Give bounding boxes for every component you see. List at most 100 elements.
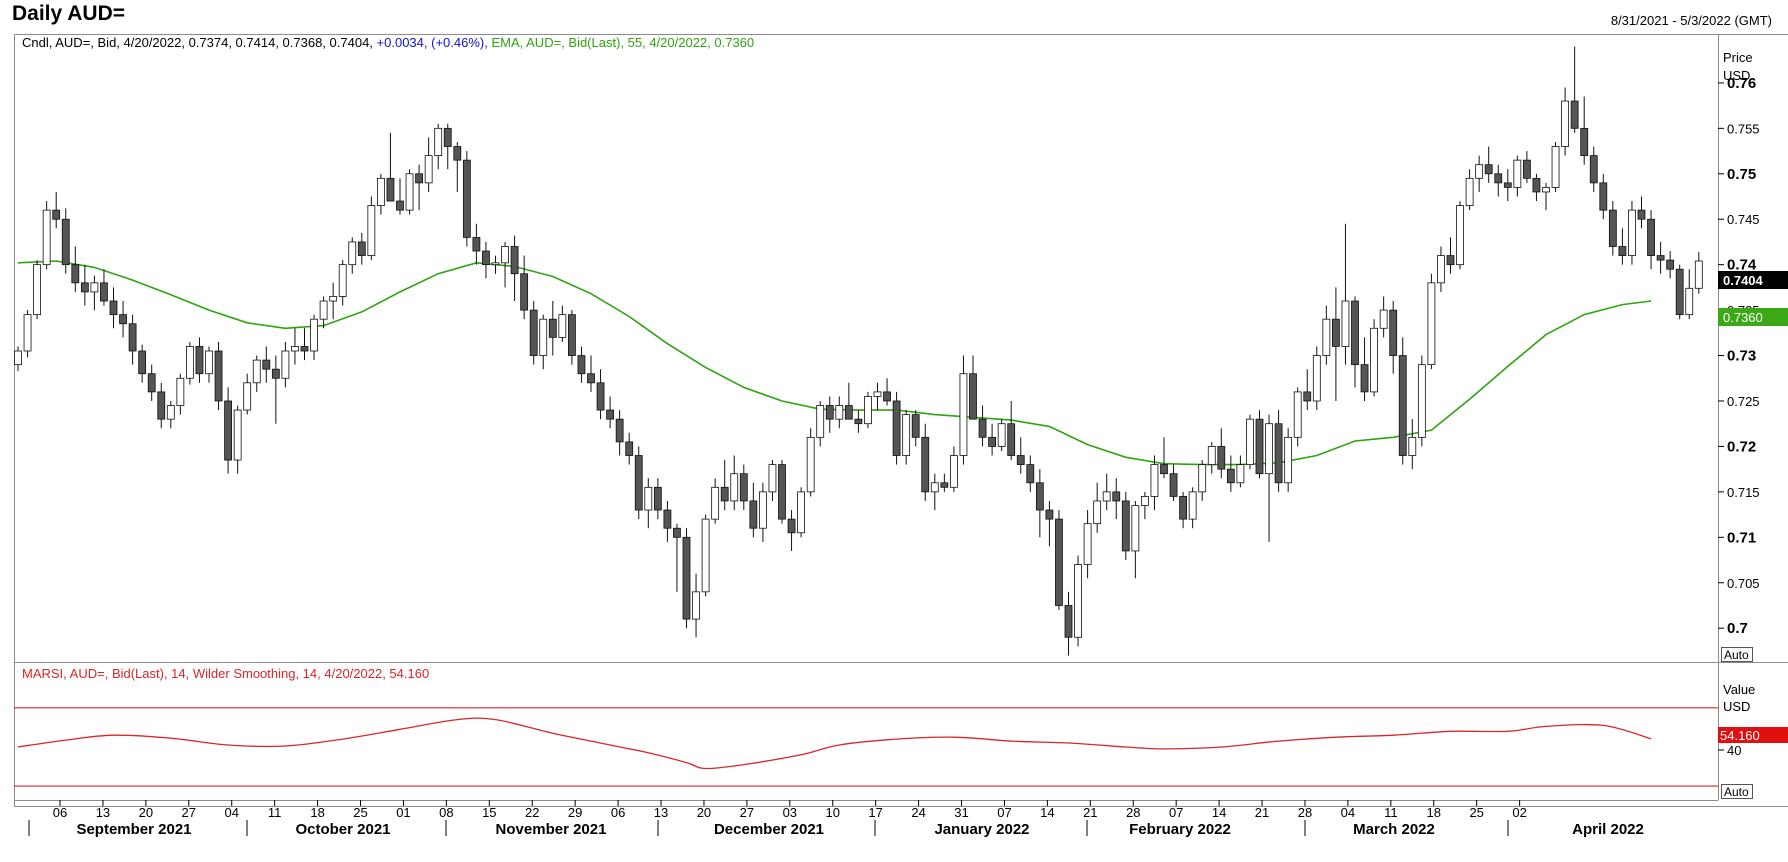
- candle-body: [1236, 464, 1245, 484]
- candle-body: [797, 491, 805, 534]
- candle-body: [1551, 146, 1560, 188]
- rsi-axis-unit: USD: [1723, 699, 1750, 714]
- candle-body: [1064, 605, 1073, 638]
- candle-body: [1303, 391, 1312, 402]
- candle-body: [1074, 564, 1082, 638]
- candle-body: [348, 241, 357, 266]
- day-tick-label: 03: [783, 805, 797, 820]
- candle-body: [844, 405, 853, 420]
- candle-body: [787, 518, 796, 534]
- price-legend: Cndl, AUD=, Bid, 4/20/2022, 0.7374, 0.74…: [22, 35, 754, 50]
- candle-body: [1389, 309, 1398, 356]
- candle-body: [653, 486, 662, 511]
- rsi-line: [17, 717, 1652, 770]
- candle-body: [1417, 364, 1426, 438]
- candle-body: [701, 518, 710, 593]
- candle-body: [367, 205, 376, 256]
- price-tick-label: 0.745: [1727, 212, 1760, 227]
- candle-body: [357, 241, 366, 256]
- last-price-label: 0.7404: [1723, 273, 1764, 288]
- candle-body: [195, 346, 204, 375]
- candle-body: [663, 509, 672, 529]
- candle-body: [778, 464, 786, 520]
- candle-body: [252, 359, 261, 384]
- candle-body: [1589, 155, 1598, 184]
- day-tick-label: 04: [1341, 805, 1355, 820]
- candle-body: [1685, 287, 1694, 316]
- candle-body: [529, 309, 538, 356]
- price-axis-title: Price: [1723, 50, 1753, 65]
- candle-body: [453, 146, 462, 161]
- candle-body: [100, 282, 108, 302]
- candle-body: [1494, 173, 1503, 184]
- candle-body: [634, 455, 643, 511]
- price-axis-unit: USD: [1723, 68, 1750, 83]
- day-tick-label: 08: [439, 805, 453, 820]
- candle-body: [978, 418, 987, 438]
- candle-body: [472, 236, 481, 252]
- candle-body: [271, 368, 280, 379]
- candle-body: [548, 318, 557, 338]
- candle-body: [568, 314, 576, 356]
- candle-body: [1093, 500, 1102, 525]
- candle-body: [262, 359, 271, 370]
- day-tick-label: 01: [396, 805, 410, 820]
- price-tick-label: 0.7: [1727, 620, 1748, 637]
- day-tick-label: 13: [654, 805, 668, 820]
- candle-body: [1437, 255, 1445, 284]
- candle-body: [1427, 282, 1436, 366]
- candle-body: [1016, 455, 1025, 466]
- candle-body: [921, 436, 930, 493]
- month-label: December 2021: [714, 821, 824, 838]
- day-tick-label: 06: [611, 805, 625, 820]
- candle-body: [1293, 391, 1302, 438]
- time-axis: 06 13 20 27 04 11 18 25 01 08 15 22 29 06 13 20 27 03 10 17…: [28, 800, 1644, 838]
- candle-body: [615, 418, 624, 443]
- day-tick-label: 28: [1126, 805, 1140, 820]
- day-tick-label: 02: [1512, 805, 1526, 820]
- candle-body: [1007, 423, 1016, 456]
- candle-body: [539, 318, 548, 356]
- candle-body: [1370, 327, 1378, 393]
- price-tick-label: 0.725: [1727, 394, 1760, 409]
- candle-body: [291, 346, 299, 352]
- rsi-tick-label-40: 40: [1727, 743, 1741, 758]
- month-label: September 2021: [76, 821, 191, 838]
- candle-body: [90, 282, 99, 293]
- month-label: March 2022: [1353, 821, 1435, 838]
- candle-body: [1360, 364, 1369, 393]
- candle-body: [864, 396, 872, 425]
- chart-svg[interactable]: 0.70.7050.710.7150.720.7250.730.7350.740…: [0, 0, 1788, 862]
- candle-body: [80, 282, 89, 293]
- candle-body: [501, 246, 509, 264]
- day-tick-label: 27: [740, 805, 754, 820]
- candle-body: [42, 209, 51, 266]
- day-tick-label: 13: [96, 805, 110, 820]
- candle-body: [109, 300, 118, 316]
- price-tick-label: 0.75: [1727, 166, 1756, 183]
- candle-body: [185, 346, 194, 379]
- price-auto-label: Auto: [1724, 648, 1749, 662]
- candle-body: [1207, 446, 1216, 466]
- candle-body: [157, 391, 166, 420]
- day-tick-label: 15: [482, 805, 496, 820]
- rsi-layer: [14, 707, 1718, 787]
- day-tick-label: 28: [1298, 805, 1312, 820]
- day-tick-label: 17: [868, 805, 882, 820]
- day-tick-label: 11: [268, 805, 282, 820]
- candles-layer: [14, 46, 1703, 656]
- candle-body: [233, 409, 242, 461]
- day-tick-label: 25: [1469, 805, 1483, 820]
- candle-body: [1341, 300, 1350, 347]
- candle-body: [892, 400, 901, 456]
- candle-body: [816, 405, 825, 438]
- candle-body: [424, 155, 433, 184]
- candle-body: [692, 591, 700, 620]
- candle-body: [1666, 259, 1675, 270]
- candle-body: [482, 250, 490, 266]
- candle-body: [711, 486, 720, 520]
- candle-body: [396, 200, 404, 211]
- candle-body: [682, 536, 691, 620]
- candle-body: [23, 314, 32, 352]
- candle-body: [673, 527, 681, 538]
